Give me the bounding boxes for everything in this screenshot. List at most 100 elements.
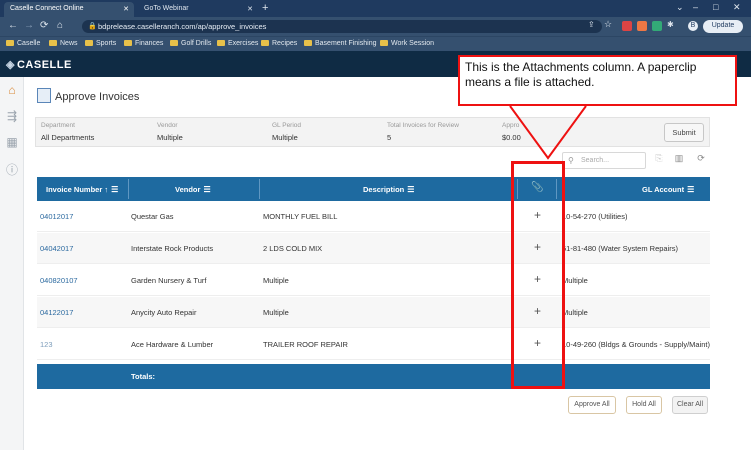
close-icon[interactable]: ✕ [123, 5, 129, 13]
bookmark-label: Basement Finishing [315, 40, 377, 47]
home-icon[interactable]: ⌂ [4, 83, 20, 99]
bookmark-label: Sports [96, 40, 117, 47]
bookmark-item[interactable]: Golf Drills [170, 40, 211, 47]
table-row[interactable]: 04122017 Anycity Auto Repair Multiple + … [37, 297, 710, 328]
filter-icon[interactable]: ☰ [203, 185, 210, 194]
folder-icon [85, 40, 93, 46]
cell-description: Multiple [263, 308, 289, 317]
column-gl-account[interactable]: GL Account ☰ [642, 177, 694, 201]
submit-button[interactable]: Submit [664, 123, 704, 142]
tab-goto-webinar[interactable]: GoTo Webinar ✕ [138, 2, 258, 17]
bookmark-item[interactable]: Basement Finishing [304, 40, 376, 47]
filter-value-gl-period[interactable]: Multiple [272, 133, 298, 142]
cell-gl-account: 10-49-260 (Bldgs & Grounds - Supply/Main… [562, 340, 710, 349]
share-icon[interactable]: ⇪ [588, 20, 598, 30]
columns-icon[interactable]: ▥ [672, 153, 686, 167]
cell-invoice-number[interactable]: 04122017 [40, 308, 73, 317]
back-icon[interactable]: ← [8, 20, 18, 31]
chevron-down-icon[interactable]: ⌄ [676, 2, 684, 13]
cell-vendor: Ace Hardware & Lumber [131, 340, 214, 349]
extension-abp-icon[interactable] [622, 21, 632, 31]
reload-icon[interactable]: ⟳ [40, 20, 48, 31]
callout-box: This is the Attachments column. A paperc… [458, 55, 737, 106]
bookmark-item[interactable]: News [49, 40, 78, 47]
column-label: GL Account [642, 185, 685, 194]
bookmark-item[interactable]: Finances [124, 40, 163, 47]
column-label: Invoice Number [46, 185, 103, 194]
minimize-icon[interactable]: – [693, 2, 698, 12]
export-icon[interactable]: ⎘ [652, 153, 666, 167]
bookmark-label: Finances [135, 40, 164, 47]
column-divider [259, 179, 260, 199]
filter-icon[interactable]: ☰ [407, 185, 414, 194]
table-row[interactable]: 040820107 Garden Nursery & Turf Multiple… [37, 265, 710, 296]
clear-all-button[interactable]: Clear All [672, 396, 708, 414]
close-icon[interactable]: ✕ [247, 5, 253, 13]
column-description[interactable]: Description ☰ [363, 177, 414, 201]
table-row[interactable]: 04012017 Questar Gas MONTHLY FUEL BILL +… [37, 201, 710, 232]
filter-icon[interactable]: ☰ [687, 185, 694, 194]
refresh-icon[interactable]: ⟳ [694, 153, 708, 167]
folder-icon [6, 40, 14, 46]
totals-label: Totals: [131, 372, 156, 381]
callout-pointer-icon [509, 105, 587, 160]
filter-label-vendor: Vendor [157, 122, 178, 129]
filter-icon[interactable]: ☰ [111, 185, 118, 194]
table-header: Invoice Number ↑ ☰ Vendor ☰ Description ☰ 📎… [37, 177, 710, 201]
cell-vendor: Interstate Rock Products [131, 244, 214, 253]
table-row[interactable]: 04042017 Interstate Rock Products 2 LDS … [37, 233, 710, 264]
avatar[interactable]: B [688, 21, 698, 31]
cell-invoice-number[interactable]: 04042017 [40, 244, 73, 253]
filter-label-total-invoices: Total Invoices for Review [387, 122, 459, 129]
folder-icon [261, 40, 269, 46]
callout-text: This is the Attachments column. A paperc… [465, 60, 697, 89]
cell-vendor: Anycity Auto Repair [131, 308, 197, 317]
bookmark-item[interactable]: Recipes [261, 40, 297, 47]
bookmark-item[interactable]: Sports [85, 40, 116, 47]
approve-all-button[interactable]: Approve All [568, 396, 616, 414]
puzzle-icon[interactable]: ✱ [667, 20, 677, 30]
column-vendor[interactable]: Vendor ☰ [175, 177, 211, 201]
filter-label-gl-period: GL Period [272, 122, 302, 129]
tab-title: GoTo Webinar [144, 5, 189, 12]
table-row[interactable]: 123 Ace Hardware & Lumber TRAILER ROOF R… [37, 329, 710, 360]
browser-tab-strip: Caselle Connect Online ✕ GoTo Webinar ✕ … [0, 0, 751, 17]
folder-icon [124, 40, 132, 46]
sort-asc-icon[interactable]: ↑ [104, 185, 108, 194]
tab-caselle-connect[interactable]: Caselle Connect Online ✕ [4, 2, 134, 17]
new-tab-icon[interactable]: + [262, 2, 268, 14]
column-invoice-number[interactable]: Invoice Number ↑ ☰ [46, 177, 118, 201]
filter-value-department[interactable]: All Departments [41, 133, 94, 142]
page-title: Approve Invoices [55, 91, 140, 103]
layout-icon[interactable]: ▦ [4, 135, 20, 151]
home-icon[interactable]: ⌂ [57, 20, 63, 31]
logo-text: CASELLE [16, 59, 72, 71]
tab-title: Caselle Connect Online [10, 5, 84, 12]
hold-all-button[interactable]: Hold All [626, 396, 662, 414]
column-divider [128, 179, 129, 199]
bookmark-item[interactable]: Caselle [6, 40, 40, 47]
logo-mark-icon: ◈ [6, 59, 15, 71]
cell-description: TRAILER ROOF REPAIR [263, 340, 348, 349]
star-icon[interactable]: ☆ [604, 19, 614, 29]
cell-invoice-number[interactable]: 04012017 [40, 212, 73, 221]
close-window-icon[interactable]: ✕ [733, 2, 741, 13]
filter-value-vendor[interactable]: Multiple [157, 133, 183, 142]
update-button[interactable]: Update [703, 20, 743, 33]
workflow-icon[interactable]: ⇶ [4, 109, 20, 125]
cell-invoice-number[interactable]: 123 [40, 340, 53, 349]
cell-invoice-number[interactable]: 040820107 [40, 276, 78, 285]
url-bar[interactable]: 🔒 bdprelease.caselleranch.com/ap/approve… [82, 20, 602, 33]
bookmark-item[interactable]: Work Session [380, 40, 434, 47]
forward-icon[interactable]: → [24, 20, 34, 31]
bookmark-label: Recipes [272, 40, 298, 47]
maximize-icon[interactable]: □ [713, 2, 718, 12]
avatar-letter: B [690, 22, 696, 29]
cell-gl-account: Multiple [562, 308, 588, 317]
extension-icon[interactable] [652, 21, 662, 31]
info-icon[interactable]: ⓘ [4, 161, 20, 177]
filter-panel: Department All Departments Vendor Multip… [35, 117, 710, 147]
caselle-logo[interactable]: ◈ CASELLE [6, 58, 72, 71]
bookmark-item[interactable]: Exercises [217, 40, 258, 47]
extension-icon[interactable] [637, 21, 647, 31]
